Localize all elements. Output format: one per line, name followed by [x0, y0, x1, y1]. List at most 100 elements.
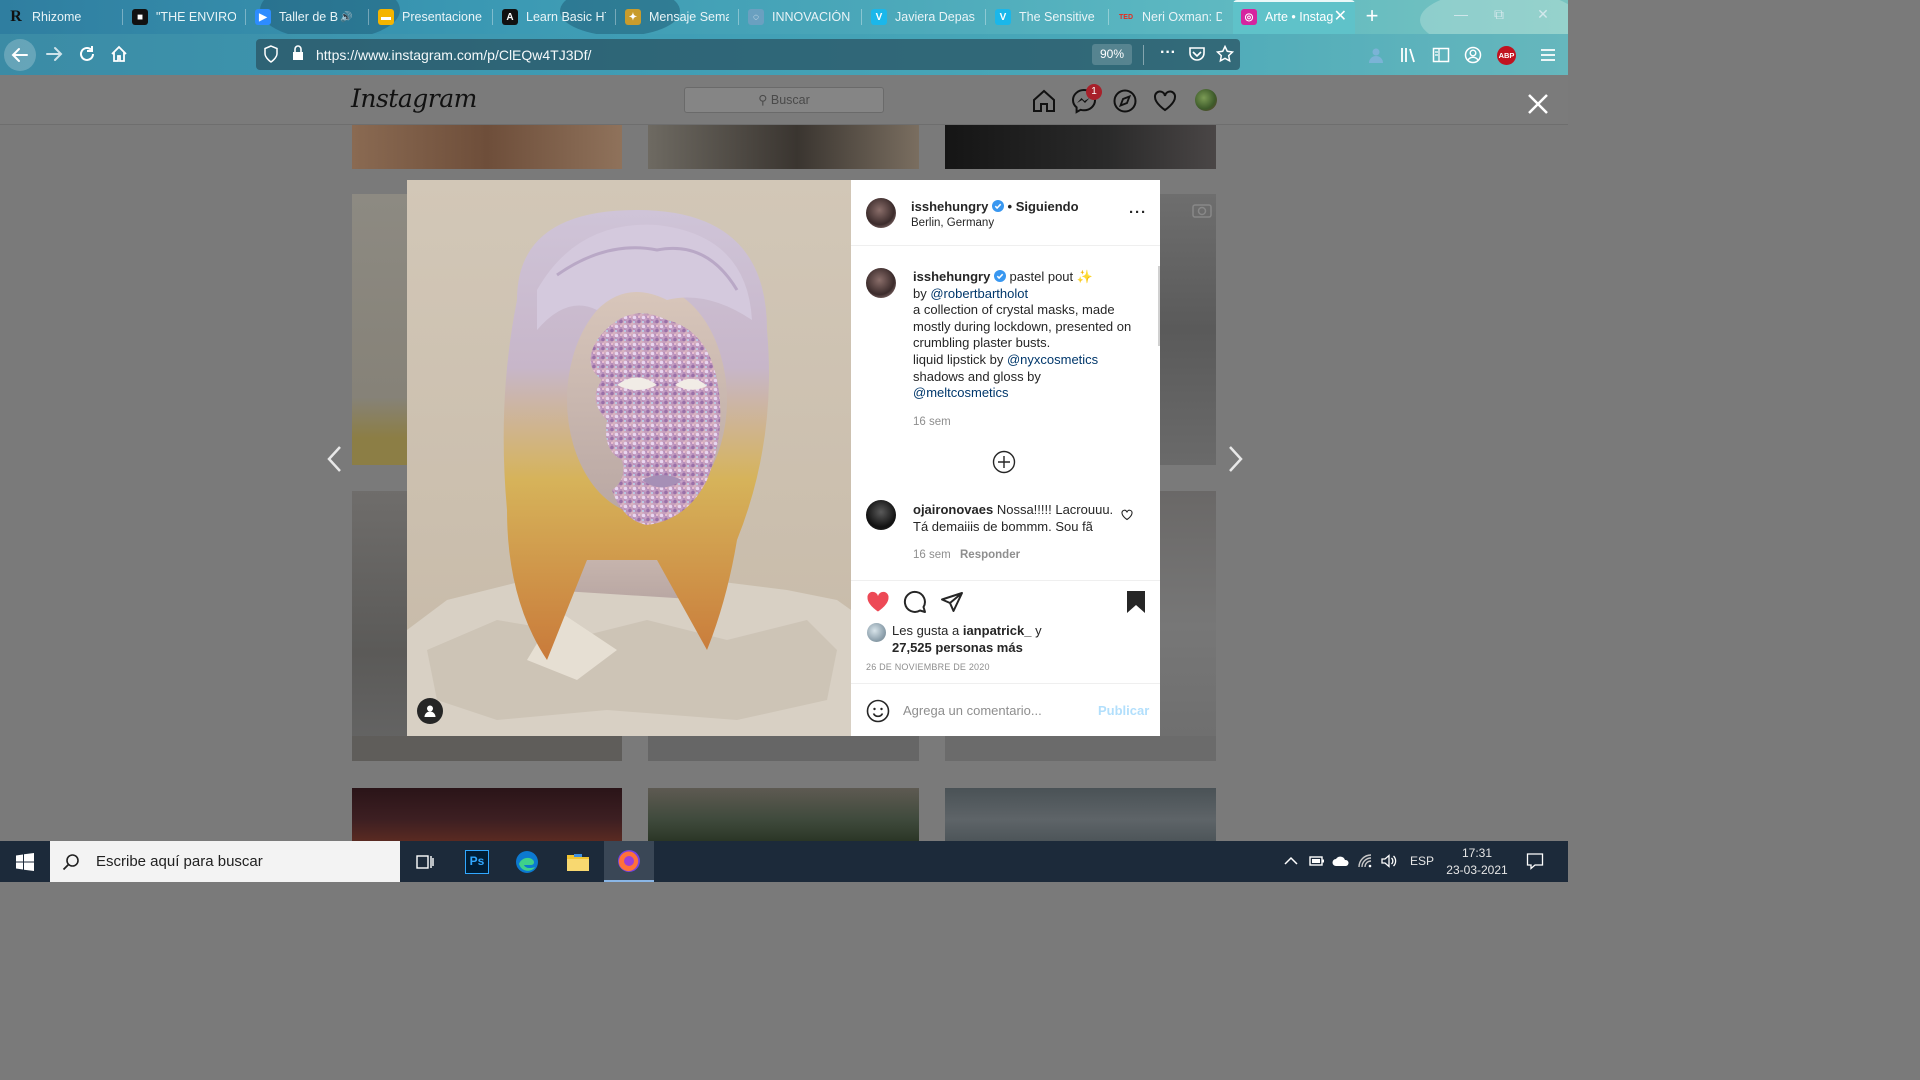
caption-username[interactable]: isshehungry [913, 269, 990, 284]
reply-button[interactable]: Responder [960, 549, 1020, 561]
wifi-icon[interactable] [1357, 853, 1373, 869]
input-language[interactable]: ESP [1410, 854, 1434, 868]
grid-thumbnail[interactable] [352, 788, 622, 841]
battery-icon[interactable] [1309, 855, 1325, 867]
next-post-icon[interactable] [1224, 444, 1246, 474]
new-tab-button[interactable]: + [1360, 4, 1384, 28]
activity-heart-icon[interactable] [1152, 88, 1178, 114]
explore-compass-icon[interactable] [1112, 88, 1138, 114]
url-text[interactable]: https://www.instagram.com/p/ClEQw4TJ3Df/ [316, 47, 591, 63]
instagram-logo[interactable]: Instagram [351, 84, 477, 113]
window-close-button[interactable]: ✕ [1528, 6, 1558, 28]
menu-hamburger-icon[interactable] [1540, 47, 1556, 63]
post-location[interactable]: Berlin, Germany [911, 217, 994, 229]
tab[interactable]: R Rhizome [0, 0, 120, 34]
grid-thumbnail[interactable] [648, 788, 919, 841]
volume-speaker-icon[interactable] [1380, 853, 1398, 869]
adblock-plus-icon[interactable]: ABP [1497, 46, 1516, 65]
tab[interactable]: ▬ Presentaciones [370, 0, 490, 34]
comment-like-heart-icon[interactable] [1121, 509, 1133, 521]
tab-active[interactable]: ◎ Arte • Instag ✕ [1233, 0, 1355, 34]
profile-avatar[interactable] [1195, 89, 1217, 111]
comment-time[interactable]: 16 sem [913, 549, 951, 561]
caption-author-avatar[interactable] [866, 268, 896, 298]
post-image[interactable] [407, 180, 851, 736]
grid-thumbnail[interactable] [648, 736, 919, 761]
publish-button[interactable]: Publicar [1098, 703, 1149, 718]
grid-thumbnail[interactable] [1160, 491, 1216, 761]
tab[interactable]: ■ "THE ENVIRON [124, 0, 244, 34]
mention-shadows-link[interactable]: @meltcosmetics [913, 385, 1009, 400]
reload-button[interactable] [73, 40, 101, 68]
pocket-icon[interactable] [1188, 46, 1206, 62]
lock-icon[interactable] [292, 45, 304, 61]
grid-thumbnail[interactable] [648, 125, 919, 169]
tray-overflow-chevron-icon[interactable] [1284, 856, 1298, 866]
home-icon[interactable] [1031, 88, 1057, 114]
emoji-smiley-icon[interactable] [866, 699, 890, 723]
forward-button[interactable] [40, 40, 68, 68]
file-explorer-app-button[interactable] [553, 841, 603, 882]
tab[interactable]: V Javiera Depas [863, 0, 983, 34]
minimize-button[interactable]: — [1446, 6, 1476, 28]
comment-input[interactable]: Agrega un comentario... [903, 703, 1042, 718]
tab[interactable]: ✦ Mensaje Sema [617, 0, 737, 34]
grid-thumbnail[interactable] [352, 125, 622, 169]
grid-thumbnail[interactable] [352, 194, 407, 465]
account-icon[interactable] [1464, 46, 1482, 64]
author-avatar[interactable] [866, 198, 896, 228]
more-options-icon[interactable]: ··· [1129, 204, 1147, 221]
bookmark-star-icon[interactable] [1216, 45, 1234, 63]
liker-avatar[interactable] [867, 623, 886, 642]
onedrive-cloud-icon[interactable] [1332, 855, 1350, 867]
firefox-app-button[interactable] [604, 841, 654, 882]
grid-thumbnail[interactable] [945, 788, 1216, 841]
taskbar-search-box[interactable]: Escribe aquí para buscar [50, 841, 400, 882]
back-button[interactable] [4, 39, 36, 71]
liker-username[interactable]: ianpatrick_ [963, 623, 1032, 638]
close-tab-icon[interactable]: ✕ [1334, 9, 1347, 25]
mention-lipstick-link[interactable]: @nyxcosmetics [1007, 352, 1098, 367]
sidebar-icon[interactable] [1432, 46, 1450, 64]
follow-status[interactable]: • Siguiendo [1008, 199, 1079, 214]
task-view-button[interactable] [400, 841, 450, 882]
grid-thumbnail[interactable] [352, 736, 622, 761]
maximize-button[interactable]: ⧉ [1484, 6, 1514, 28]
commenter-username[interactable]: ojaironovaes [913, 502, 993, 517]
action-center-notification-icon[interactable] [1526, 852, 1544, 870]
search-input[interactable]: ⚲ Buscar [684, 87, 884, 113]
extension-person-icon[interactable] [1367, 46, 1385, 64]
grid-thumbnail[interactable] [352, 491, 407, 761]
shield-icon[interactable] [264, 45, 278, 63]
photoshop-app-button[interactable]: Ps [452, 841, 502, 882]
close-icon[interactable] [1526, 92, 1550, 116]
tab[interactable]: V The Sensitive I [987, 0, 1107, 34]
likes-count[interactable]: 27,525 personas más [892, 640, 1023, 655]
share-send-icon[interactable] [940, 590, 964, 614]
caption-time[interactable]: 16 sem [913, 416, 951, 428]
grid-thumbnail[interactable] [945, 736, 1216, 761]
mention-author-link[interactable]: @robertbartholot [930, 286, 1028, 301]
windows-start-icon[interactable] [15, 852, 35, 872]
comments-scrollbar[interactable] [1158, 266, 1160, 346]
tab[interactable]: ▶ Taller de B 🔊 [247, 0, 367, 34]
grid-thumbnail[interactable] [945, 125, 1216, 169]
tagged-users-button[interactable] [417, 698, 443, 724]
post-date[interactable]: 26 DE NOVIEMBRE DE 2020 [866, 662, 990, 672]
library-icon[interactable] [1400, 46, 1418, 64]
address-bar[interactable]: https://www.instagram.com/p/ClEQw4TJ3Df/… [256, 39, 1240, 70]
tab[interactable]: ◌ INNOVACIÓN [740, 0, 860, 34]
page-actions-icon[interactable]: ··· [1160, 44, 1176, 62]
comment-bubble-icon[interactable] [903, 590, 927, 614]
commenter-avatar[interactable] [866, 500, 896, 530]
zoom-level[interactable]: 90% [1091, 44, 1132, 65]
previous-post-icon[interactable] [324, 444, 346, 474]
author-username[interactable]: isshehungry [911, 199, 988, 214]
speaker-icon[interactable]: 🔊 [340, 12, 352, 23]
save-bookmark-icon[interactable] [1125, 590, 1147, 614]
tab[interactable]: A Learn Basic HT [494, 0, 614, 34]
like-heart-icon[interactable] [866, 590, 890, 614]
grid-thumbnail[interactable] [1160, 194, 1216, 465]
load-more-comments-icon[interactable] [992, 450, 1016, 474]
home-button[interactable] [105, 40, 133, 68]
